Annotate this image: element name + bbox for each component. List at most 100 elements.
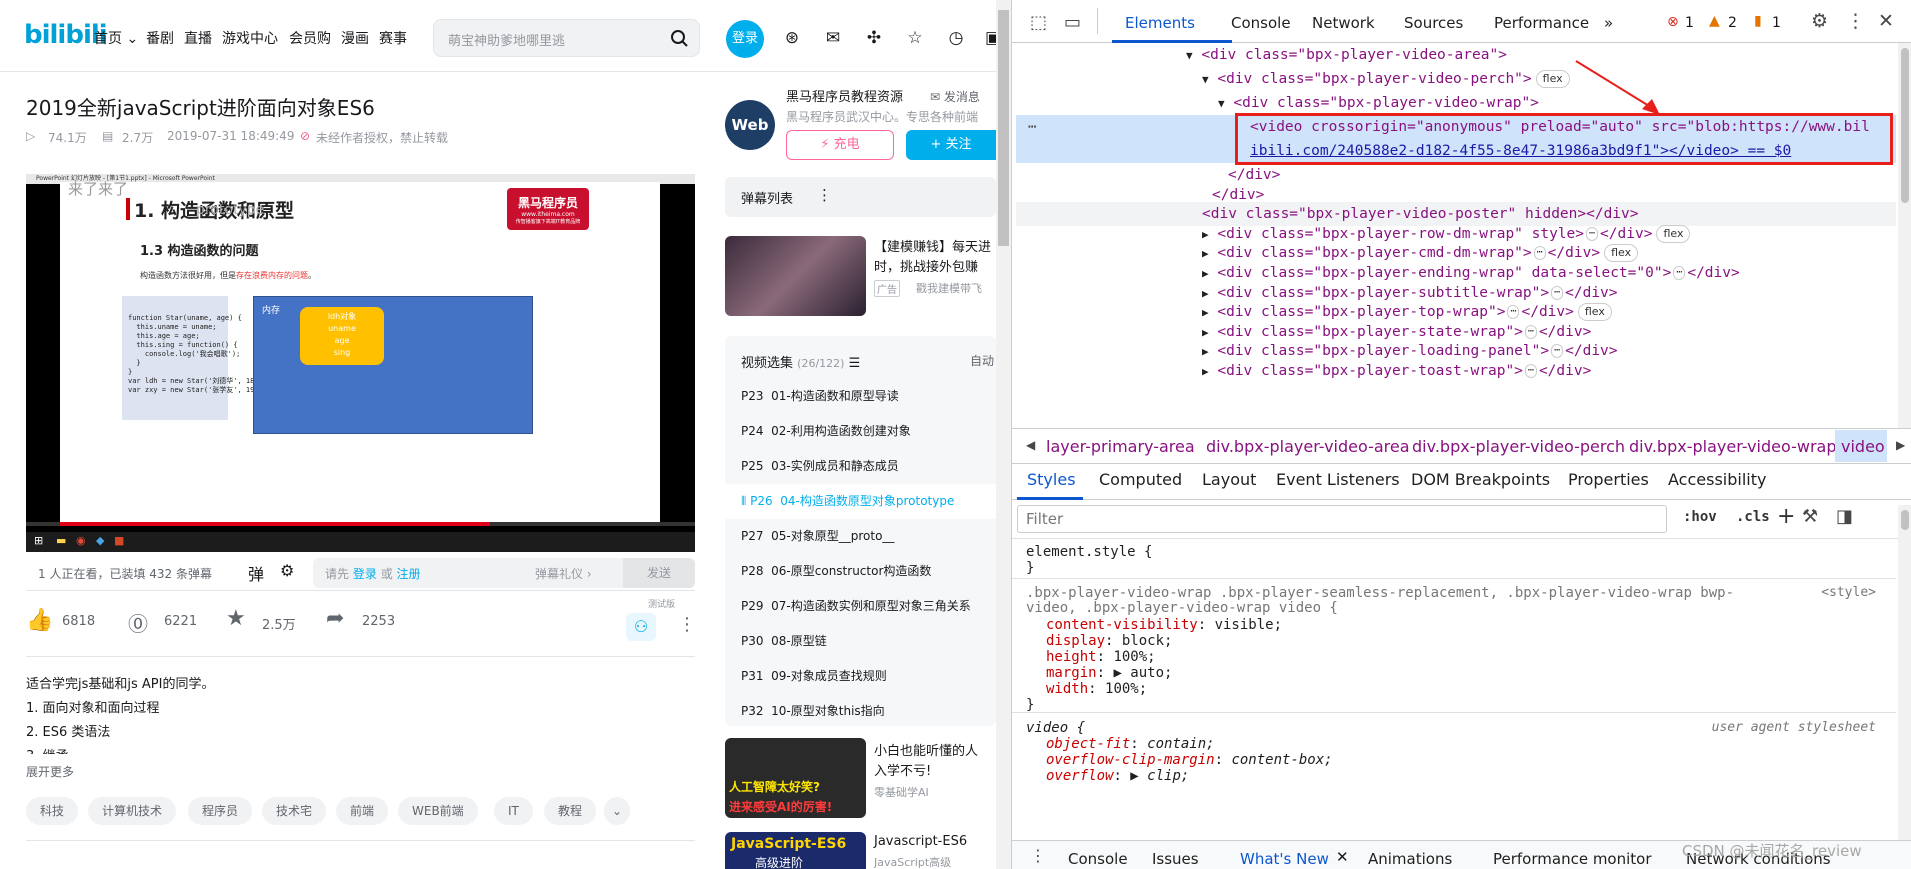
collapsed-content-icon[interactable]: ⋯ (1586, 226, 1599, 241)
ad-title[interactable]: 【建模赚钱】每天进 (874, 236, 996, 255)
rec-author[interactable]: JavaScript高级 (874, 854, 996, 869)
rec-title[interactable]: 小白也能听懂的人 (874, 740, 996, 759)
bigvip-icon[interactable]: ⊛ (781, 27, 803, 49)
history-icon[interactable]: ◷ (945, 27, 967, 49)
danmaku-register-link[interactable]: 注册 (397, 567, 421, 581)
settings-gear-icon[interactable]: ⚙ (1811, 10, 1828, 32)
inspect-icon[interactable]: ⬚ (1030, 12, 1047, 33)
ad-thumbnail[interactable] (725, 236, 866, 316)
expand-arrow-icon[interactable]: ▶ (1202, 247, 1209, 260)
css-prop-value[interactable]: visible; (1215, 617, 1282, 633)
css-source-link[interactable]: user agent stylesheet (1712, 720, 1876, 735)
css-prop-value[interactable]: block; (1122, 633, 1173, 649)
search-box[interactable]: 萌宝神助爹地哪里逃 (433, 19, 700, 57)
css-selector-text[interactable]: } (1026, 560, 1034, 576)
coin-icon[interactable]: ⓪ (128, 608, 148, 637)
breadcrumb-left-icon[interactable]: ◀ (1026, 438, 1035, 452)
flex-badge[interactable]: flex (1577, 303, 1612, 322)
breadcrumb-right-icon[interactable]: ▶ (1896, 438, 1905, 452)
styles-filter[interactable]: Filter (1017, 505, 1667, 533)
video-player[interactable]: PowerPoint 幻灯片放映 - [第1节1.pptx] - Microso… (26, 174, 695, 552)
expand-arrow-icon[interactable]: ▶ (1202, 306, 1209, 319)
styles-scrollbar[interactable] (1898, 505, 1911, 845)
breadcrumb-item[interactable]: div.bpx-player-video-perch (1412, 430, 1625, 464)
up-name[interactable]: 黑马程序员教程资源 (786, 86, 903, 105)
css-selector-text[interactable]: video { (1026, 720, 1085, 736)
drawer-tab-issues[interactable]: Issues (1152, 850, 1199, 868)
dom-node[interactable]: ▼ <div class="bpx-player-video-perch"> fl… (1202, 67, 1570, 91)
search-icon[interactable] (670, 29, 688, 47)
expand-arrow-icon[interactable]: ▼ (1186, 49, 1193, 62)
danmaku-list-header[interactable]: 弹幕列表 ⋮ (725, 177, 996, 217)
breadcrumb-item[interactable]: div.bpx-player-video-area (1206, 430, 1410, 464)
expand-arrow-icon[interactable]: ▶ (1202, 345, 1209, 358)
tab-network[interactable]: Network (1312, 14, 1375, 32)
drawer-tab-whats-new[interactable]: What's New (1240, 850, 1329, 868)
playlist-item[interactable]: P32 10-原型对象this指向 (725, 694, 1011, 716)
close-tab-icon[interactable]: ✕ (1336, 848, 1349, 866)
favorite-star-icon[interactable]: ★ (226, 606, 246, 631)
playlist-item[interactable]: P30 08-原型链 (725, 624, 1011, 659)
playlist-item[interactable]: P28 06-原型constructor构造函数 (725, 554, 1011, 589)
tag[interactable]: 教程 (544, 797, 597, 825)
rec-thumbnail[interactable]: 人工智障太好笑? 进来感受AI的厉害! (725, 738, 866, 818)
css-prop-value[interactable]: content-box; (1231, 752, 1332, 768)
danmaku-input[interactable]: 请先 登录 或 注册 弹幕礼仪 › 发送 (313, 558, 695, 588)
playlist-item-active[interactable]: ⦀ P26 04-构造函数原型对象prototype (725, 484, 996, 519)
css-prop-name[interactable]: overflow-clip-margin (1046, 752, 1215, 768)
tag[interactable]: 科技 (26, 797, 79, 825)
customize-menu-icon[interactable]: ⋮ (1846, 10, 1865, 32)
device-toolbar-icon[interactable]: ▭ (1064, 12, 1081, 33)
up-avatar[interactable]: Web (725, 100, 775, 150)
hov-toggle[interactable]: :hov (1683, 509, 1717, 525)
nav-manga[interactable]: 漫画 (341, 28, 369, 48)
rec-author[interactable]: 零基础学AI (874, 784, 929, 800)
danmaku-settings-icon[interactable]: ⚙ (280, 561, 294, 580)
css-prop-name[interactable]: content-visibility (1046, 617, 1198, 633)
breadcrumb-item[interactable]: layer-primary-area (1046, 430, 1195, 464)
login-button[interactable]: 登录 (726, 20, 764, 58)
playlist-item[interactable]: P23 01-构造函数和原型导读 (725, 379, 1011, 414)
css-prop-value[interactable]: 100%; (1113, 649, 1155, 665)
tab-elements[interactable]: Elements (1125, 14, 1195, 32)
collapsed-content-icon[interactable]: ⋯ (1551, 285, 1564, 300)
tab-computed[interactable]: Computed (1099, 470, 1182, 489)
danmaku-etiquette-link[interactable]: 弹幕礼仪 › (535, 565, 592, 582)
dom-node[interactable]: ▶ <div class="bpx-player-toast-wrap"> ⋯ </… (1202, 359, 1591, 383)
dom-node[interactable]: ▼ <div class="bpx-player-video-area"> (1186, 43, 1507, 67)
expand-arrow-icon[interactable]: ▶ (1202, 287, 1209, 300)
collapsed-content-icon[interactable]: ⋯ (1507, 305, 1520, 320)
close-devtools-icon[interactable]: ✕ (1878, 10, 1894, 32)
playlist-item[interactable]: P27 05-对象原型__proto__ (725, 519, 1011, 554)
tag[interactable]: WEB前端 (398, 797, 478, 825)
page-scrollbar-thumb[interactable] (998, 10, 1009, 246)
collapsed-content-icon[interactable]: ⋯ (1524, 364, 1537, 378)
send-button[interactable]: 发送 (623, 558, 695, 588)
css-source-link[interactable]: <style> (1821, 585, 1876, 600)
tab-sources[interactable]: Sources (1404, 14, 1463, 32)
tags-expand-icon[interactable]: ⌄ (604, 797, 631, 825)
send-message-link[interactable]: ✉ 发消息 (930, 88, 980, 105)
collapsed-content-icon[interactable]: ⋯ (1551, 344, 1564, 359)
drawer-menu-icon[interactable]: ⋮ (1030, 846, 1046, 865)
filter-input[interactable]: Filter (1026, 510, 1063, 528)
ad-title-line2[interactable]: 时，挑战接外包赚 (874, 256, 996, 275)
playlist-item[interactable]: P31 09-对象成员查找规则 (725, 659, 1011, 694)
css-selector-text[interactable]: element.style { (1026, 544, 1152, 560)
share-icon[interactable]: ➦ (326, 606, 344, 631)
tab-layout[interactable]: Layout (1202, 470, 1256, 489)
tag[interactable]: IT (494, 797, 533, 825)
css-prop-name[interactable]: display (1046, 633, 1105, 649)
like-icon[interactable]: 👍 (26, 608, 53, 633)
expand-arrow-icon[interactable]: ▼ (1218, 97, 1225, 110)
autoplay-label[interactable]: 自动 (970, 352, 996, 369)
error-icon[interactable]: ⊗ (1667, 14, 1679, 30)
issues-icon[interactable]: ▮ (1754, 13, 1762, 29)
new-style-rule-icon[interactable]: + (1777, 504, 1795, 529)
tab-performance[interactable]: Performance (1494, 14, 1589, 32)
nav-mall[interactable]: 会员购 (289, 28, 331, 48)
css-selector-text[interactable]: } (1026, 697, 1034, 713)
flex-badge[interactable]: flex (1535, 70, 1570, 88)
nav-live[interactable]: 直播 (184, 28, 212, 48)
danmaku-toggle-icon[interactable]: 弹 (248, 561, 264, 585)
